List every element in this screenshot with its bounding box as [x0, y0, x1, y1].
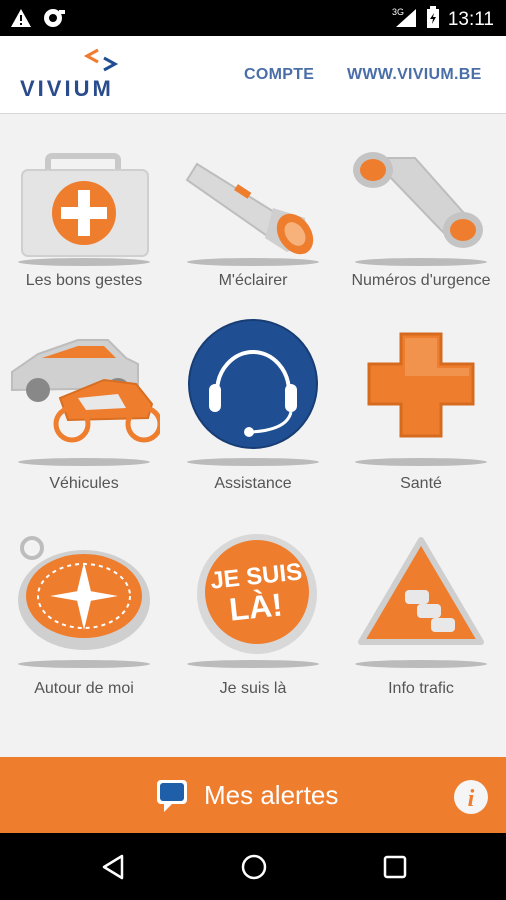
traffic-sign-icon [355, 537, 487, 668]
tile-label: Véhicules [49, 475, 119, 492]
recents-icon[interactable] [381, 853, 409, 886]
tile-autour-de-moi[interactable]: Autour de moi [0, 532, 168, 732]
tile-label: M'éclairer [218, 272, 288, 289]
svg-text:3G: 3G [392, 7, 404, 17]
headset-icon [187, 319, 319, 466]
system-nav-bar [0, 833, 506, 900]
main-grid: Les bons gestes M'éclairer Numéros d'urg… [0, 114, 506, 757]
clock: 13:11 [447, 8, 494, 30]
app-header: VIVIUM COMPTE WWW.VIVIUM.BE [0, 36, 506, 114]
website-link[interactable]: WWW.VIVIUM.BE [347, 66, 482, 84]
info-icon[interactable]: i [453, 779, 489, 820]
flashlight-icon [185, 162, 319, 266]
alerts-label: Mes alertes [204, 780, 339, 810]
battery-icon [426, 6, 440, 33]
logo-text: VIVIUM [20, 76, 114, 101]
phone-handset-icon [353, 152, 487, 266]
svg-text:i: i [468, 786, 475, 812]
chat-bubble-icon [156, 779, 188, 818]
tile-assistance[interactable]: Assistance [169, 318, 337, 518]
tile-je-suis-la[interactable]: JE SUIS LÀ! Je suis là [169, 532, 337, 732]
status-bar: 3G 13:11 [0, 0, 506, 36]
tile-label: Numéros d'urgence [351, 272, 491, 289]
tile-label: Info trafic [388, 680, 454, 697]
vivium-logo[interactable]: VIVIUM [20, 48, 138, 101]
tile-label: Santé [400, 475, 442, 492]
first-aid-kit-icon [18, 153, 150, 266]
warning-icon [10, 8, 32, 33]
signal-icon: 3G [392, 6, 418, 33]
tile-label: Autour de moi [34, 680, 134, 697]
compass-icon [18, 536, 150, 668]
badge-text-line-2: LÀ! [227, 586, 284, 627]
medical-cross-icon [355, 332, 487, 466]
tile-vehicules[interactable]: Véhicules [0, 318, 168, 518]
tile-sante[interactable]: Santé [337, 318, 505, 518]
back-icon[interactable] [100, 853, 128, 886]
tile-label: Les bons gestes [25, 272, 143, 289]
account-link[interactable]: COMPTE [244, 66, 314, 84]
alerts-bar[interactable]: Mes alertes i [0, 757, 506, 833]
tile-info-trafic[interactable]: Info trafic [337, 532, 505, 732]
vehicles-icon [11, 339, 160, 466]
notification-app-icon [42, 7, 66, 34]
tile-label: Assistance [214, 475, 292, 492]
tile-label: Je suis là [219, 680, 287, 697]
home-icon[interactable] [239, 852, 269, 887]
je-suis-la-badge-icon: JE SUIS LÀ! [187, 534, 319, 668]
logo-arrows-icon [84, 48, 119, 72]
